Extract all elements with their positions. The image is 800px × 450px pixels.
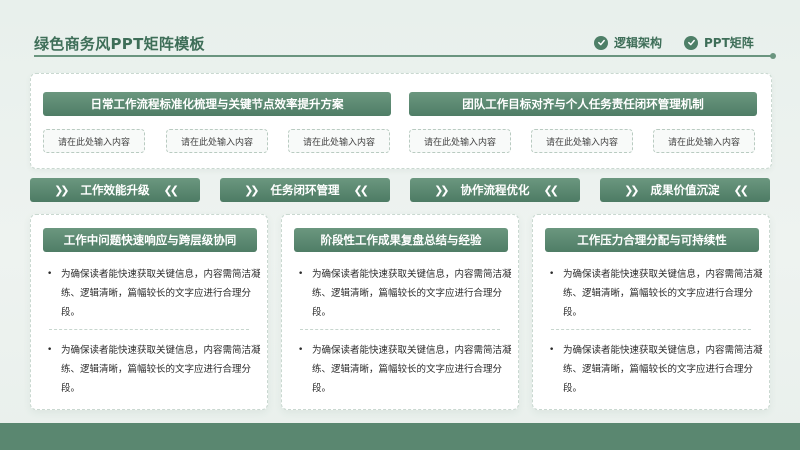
bullet-dot: • <box>298 345 304 355</box>
chevron-right-icon: ❯❯ <box>54 183 70 197</box>
content-input-box[interactable]: 请在此处输入内容 <box>166 129 268 153</box>
card-divider <box>300 329 500 330</box>
tab-label: 工作效能升级 <box>80 183 150 197</box>
card-divider <box>49 329 249 330</box>
check-circle-icon <box>594 35 608 50</box>
nav-item-label: PPT矩阵 <box>704 36 754 50</box>
top-panel <box>30 73 772 169</box>
content-input-box[interactable]: 请在此处输入内容 <box>288 129 390 153</box>
chevron-left-icon: ❮❮ <box>163 183 180 197</box>
card-divider <box>551 329 751 330</box>
bullet-dot: • <box>298 269 304 279</box>
bullet-dot: • <box>549 269 555 279</box>
card-bullet: • 为确保读者能快速获取关键信息，内容需简洁凝练、逻辑清晰，篇幅较长的文字应进行… <box>47 341 262 398</box>
card-bullet: • 为确保读者能快速获取关键信息，内容需简洁凝练、逻辑清晰，篇幅较长的文字应进行… <box>549 265 764 322</box>
bullet-dot: • <box>47 345 53 355</box>
tab-results-value[interactable]: ❯❯ 成果价值沉淀 ❮❮ <box>600 178 770 202</box>
header-divider <box>34 53 776 59</box>
page-title: 绿色商务风PPT矩阵模板 <box>34 35 205 53</box>
chevron-left-icon: ❮❮ <box>733 183 750 197</box>
card-bullet: • 为确保读者能快速获取关键信息，内容需简洁凝练、逻辑清晰，篇幅较长的文字应进行… <box>47 265 262 322</box>
bullet-text: 为确保读者能快速获取关键信息，内容需简洁凝练、逻辑清晰，篇幅较长的文字应进行合理… <box>312 345 512 394</box>
card-title: 阶段性工作成果复盘总结与经验 <box>294 228 508 252</box>
bullet-text: 为确保读者能快速获取关键信息，内容需简洁凝练、逻辑清晰，篇幅较长的文字应进行合理… <box>563 345 763 394</box>
tab-label: 成果价值沉淀 <box>650 183 720 197</box>
nav-item-label: 逻辑架构 <box>614 36 663 50</box>
bullet-text: 为确保读者能快速获取关键信息，内容需简洁凝练、逻辑清晰，篇幅较长的文字应进行合理… <box>312 269 512 318</box>
card-title: 工作压力合理分配与可持续性 <box>545 228 759 252</box>
chevron-left-icon: ❮❮ <box>353 183 370 197</box>
card-bullet: • 为确保读者能快速获取关键信息，内容需简洁凝练、逻辑清晰，篇幅较长的文字应进行… <box>549 341 764 398</box>
chevron-left-icon: ❮❮ <box>543 183 560 197</box>
tab-task-loop[interactable]: ❯❯ 任务闭环管理 ❮❮ <box>220 178 390 202</box>
nav-item-logic-architecture[interactable]: 逻辑架构 <box>594 34 662 51</box>
check-circle-icon <box>684 35 698 50</box>
bullet-dot: • <box>549 345 555 355</box>
tab-label: 任务闭环管理 <box>270 183 340 197</box>
chevron-right-icon: ❯❯ <box>624 183 640 197</box>
content-input-box[interactable]: 请在此处输入内容 <box>43 129 145 153</box>
content-input-box[interactable]: 请在此处输入内容 <box>531 129 633 153</box>
tab-label: 协作流程优化 <box>460 183 530 197</box>
bullet-text: 为确保读者能快速获取关键信息，内容需简洁凝练、逻辑清晰，篇幅较长的文字应进行合理… <box>61 269 261 318</box>
chevron-right-icon: ❯❯ <box>244 183 260 197</box>
tab-collaboration[interactable]: ❯❯ 协作流程优化 ❮❮ <box>410 178 580 202</box>
top-group-title: 日常工作流程标准化梳理与关键节点效率提升方案 <box>43 92 391 116</box>
chevron-right-icon: ❯❯ <box>434 183 450 197</box>
bullet-dot: • <box>47 269 53 279</box>
content-input-box[interactable]: 请在此处输入内容 <box>409 129 511 153</box>
footer-band <box>0 423 800 450</box>
top-group-title: 团队工作目标对齐与个人任务责任闭环管理机制 <box>409 92 757 116</box>
card-title: 工作中问题快速响应与跨层级协同 <box>43 228 257 252</box>
bullet-text: 为确保读者能快速获取关键信息，内容需简洁凝练、逻辑清晰，篇幅较长的文字应进行合理… <box>563 269 763 318</box>
card-bullet: • 为确保读者能快速获取关键信息，内容需简洁凝练、逻辑清晰，篇幅较长的文字应进行… <box>298 265 513 322</box>
bullet-text: 为确保读者能快速获取关键信息，内容需简洁凝练、逻辑清晰，篇幅较长的文字应进行合理… <box>61 345 261 394</box>
content-input-box[interactable]: 请在此处输入内容 <box>653 129 755 153</box>
tab-work-efficiency[interactable]: ❯❯ 工作效能升级 ❮❮ <box>30 178 200 202</box>
nav-item-ppt-matrix[interactable]: PPT矩阵 <box>684 34 754 51</box>
card-bullet: • 为确保读者能快速获取关键信息，内容需简洁凝练、逻辑清晰，篇幅较长的文字应进行… <box>298 341 513 398</box>
